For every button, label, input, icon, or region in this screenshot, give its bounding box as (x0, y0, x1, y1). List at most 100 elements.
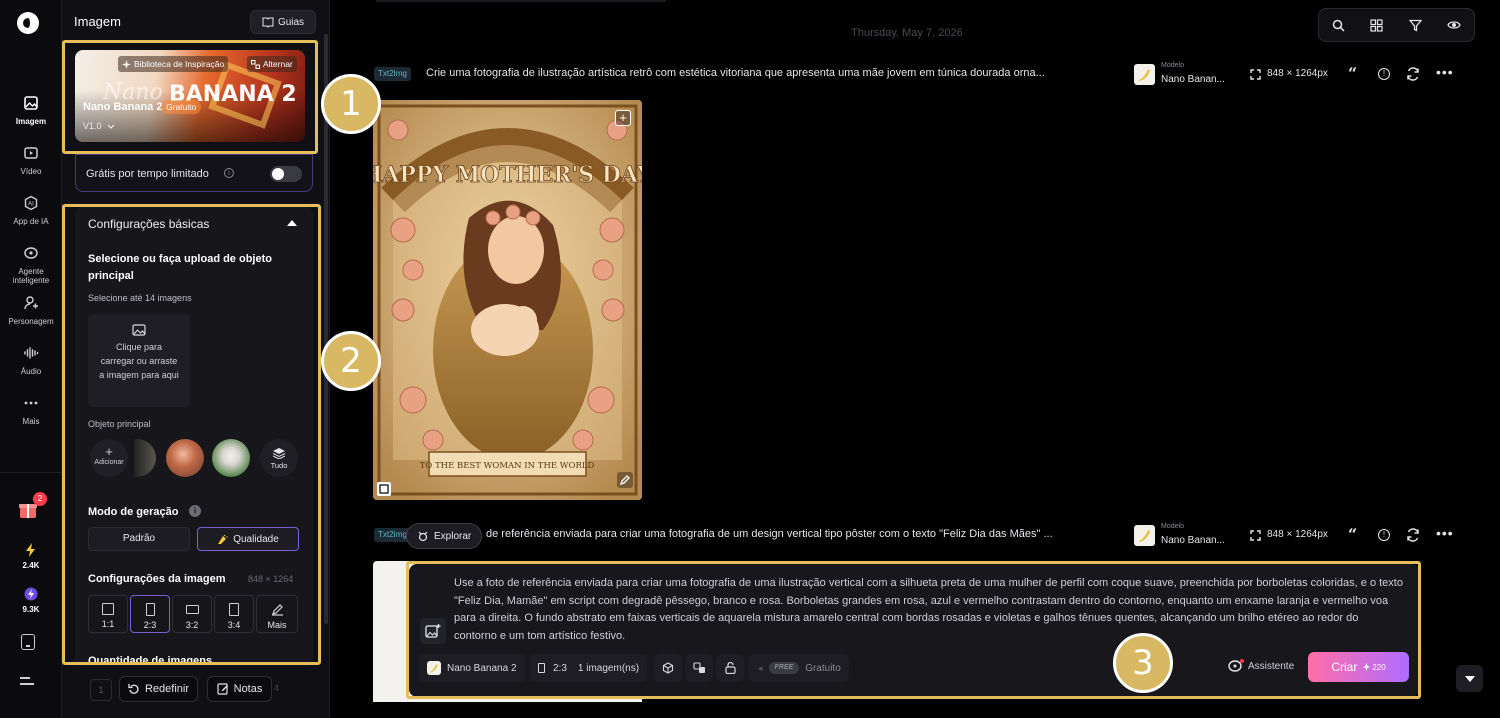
add-reference-image-button[interactable] (420, 618, 446, 644)
lightning-icon (20, 542, 42, 558)
nav-item-video[interactable]: Vídeo (0, 142, 62, 176)
nav-item-audio[interactable]: Áudio (0, 342, 62, 376)
upload-dropzone[interactable]: Clique para carregar ou arraste a imagem… (88, 314, 190, 407)
image-settings-label: Configurações da imagem (88, 573, 226, 585)
create-button[interactable]: Criar 220 (1308, 652, 1409, 682)
guides-button[interactable]: Guias (250, 10, 316, 34)
nav-item-personagem[interactable]: Personagem (0, 292, 62, 326)
nav-item-agente[interactable]: Agente inteligente (0, 242, 62, 285)
mode-standard-button[interactable]: Padrão (88, 527, 190, 551)
basic-settings-header[interactable]: Configurações básicas (88, 217, 209, 231)
reset-button[interactable]: Redefinir (119, 676, 198, 702)
info-icon[interactable]: i (224, 168, 234, 178)
filter-icon[interactable] (1408, 19, 1422, 32)
composer-prompt-text[interactable]: Use a foto de referência enviada para cr… (454, 575, 1404, 646)
generated-image-1[interactable]: HAPPY MOTHER'S DAY TO THE BEST WOMAN IN … (373, 100, 642, 500)
chevron-down-icon (107, 124, 114, 129)
reset-icon (128, 684, 139, 694)
model-thumb (1134, 64, 1155, 85)
collapse-icon[interactable] (287, 220, 297, 226)
audio-icon (20, 342, 42, 364)
credits-a[interactable]: 2.4K (0, 542, 62, 570)
search-icon[interactable] (1332, 19, 1345, 32)
phone-icon[interactable] (21, 634, 35, 650)
ratio-chip-icon (538, 663, 545, 673)
quantity-option-1[interactable]: 1 (90, 679, 112, 701)
grid-icon[interactable] (1370, 18, 1383, 32)
nav-item-imagem[interactable]: Imagem (0, 92, 62, 126)
quantity-option-4[interactable]: 4 (274, 683, 279, 693)
model-caption: Modelo (1161, 523, 1184, 530)
free-limited-label: Grátis por tempo limitado (86, 168, 209, 180)
mode-quality-button[interactable]: Qualidade (197, 527, 299, 551)
lock-button[interactable] (716, 654, 744, 682)
upload-sub: Selecione até 14 imagens (88, 293, 192, 303)
ratio-count-chip[interactable]: 2:3 1 imagem(ns) (530, 654, 648, 682)
nav-label: Mais (22, 417, 40, 426)
save-icon[interactable] (377, 482, 391, 496)
count-chip-label: 1 imagem(ns) (577, 662, 640, 674)
model-thumb (1134, 525, 1155, 546)
ratio-1-1[interactable]: 1:1 (88, 595, 128, 633)
ratio-2-3[interactable]: 2:3 (130, 595, 170, 633)
info-icon[interactable]: ! (1378, 68, 1390, 80)
switch-model-button[interactable]: Alternar (247, 56, 297, 72)
entry-prompt[interactable]: de referência enviada para criar uma fot… (486, 528, 1126, 540)
regenerate-icon[interactable] (1406, 67, 1420, 81)
free-chip[interactable]: ◂ FREE Gratuito (748, 654, 849, 682)
object-thumb-3[interactable] (212, 439, 250, 477)
nav-item-mais[interactable]: Mais (0, 392, 62, 426)
app-logo[interactable] (17, 12, 39, 34)
notes-icon (217, 683, 228, 695)
menu-icon[interactable] (20, 677, 34, 685)
quote-icon[interactable]: “ (1348, 525, 1357, 544)
info-icon[interactable]: ! (1378, 529, 1390, 541)
credits-b[interactable]: 9.3K (0, 586, 62, 614)
explore-icon (418, 531, 428, 542)
nav-label: Personagem (8, 317, 54, 326)
model-caption: Modelo (1161, 62, 1184, 69)
gen-mode-info-icon[interactable]: i (189, 505, 201, 517)
scroll-down-button[interactable] (1456, 665, 1483, 692)
object-thumb-2[interactable] (166, 439, 204, 477)
model-card[interactable]: Nano BANANA 2 Biblioteca de Inspiração A… (75, 50, 305, 142)
switch-icon (251, 59, 260, 69)
translate-button[interactable] (685, 654, 713, 682)
video-icon (20, 142, 42, 164)
book-icon (262, 17, 274, 28)
all-label: Tudo (270, 461, 288, 470)
all-objects-button[interactable]: Tudo (260, 439, 298, 477)
gift-button[interactable]: 2 (17, 492, 47, 520)
eye-icon[interactable] (1447, 19, 1461, 31)
inspiration-library-button[interactable]: Biblioteca de Inspiração (118, 56, 229, 72)
model-chip[interactable]: Nano Banana 2 (419, 654, 525, 682)
version-select[interactable]: V1.0 (83, 121, 115, 131)
cube-button[interactable] (654, 654, 682, 682)
unlock-icon (724, 662, 736, 674)
entry-prompt[interactable]: Crie uma fotografia de ilustração artíst… (426, 67, 1126, 79)
nav-item-app-ia[interactable]: AI App de IA (0, 192, 62, 226)
feed-date: Thursday, May 7, 2026 (851, 27, 963, 39)
image-plus-icon (425, 624, 441, 638)
ratio-3-2[interactable]: 3:2 (172, 595, 212, 633)
assistant-button[interactable]: Assistente (1228, 659, 1294, 673)
free-toggle[interactable] (270, 166, 302, 182)
ratio-more[interactable]: Mais (256, 595, 298, 633)
more-options-icon[interactable]: ••• (1436, 64, 1454, 80)
nav-label: Vídeo (20, 167, 42, 176)
add-image-icon[interactable]: + (615, 110, 631, 126)
create-label: Criar (1331, 660, 1358, 674)
quote-icon[interactable]: “ (1348, 64, 1357, 83)
ratio-3-4[interactable]: 3:4 (214, 595, 254, 633)
entry-tag: Txt2Img (374, 67, 411, 81)
image-size: 848 × 1264px (1267, 529, 1328, 540)
regenerate-icon[interactable] (1406, 528, 1420, 542)
explore-button[interactable]: Explorar (406, 523, 483, 549)
expand-icon (1250, 530, 1261, 541)
edit-image-icon[interactable] (617, 472, 633, 488)
ratio-label: 1:1 (101, 619, 115, 629)
mode-quality-label: Qualidade (233, 533, 279, 545)
notes-button[interactable]: Notas (207, 676, 272, 702)
add-object-button[interactable]: + Adicionar (90, 439, 128, 477)
more-options-icon[interactable]: ••• (1436, 525, 1454, 541)
